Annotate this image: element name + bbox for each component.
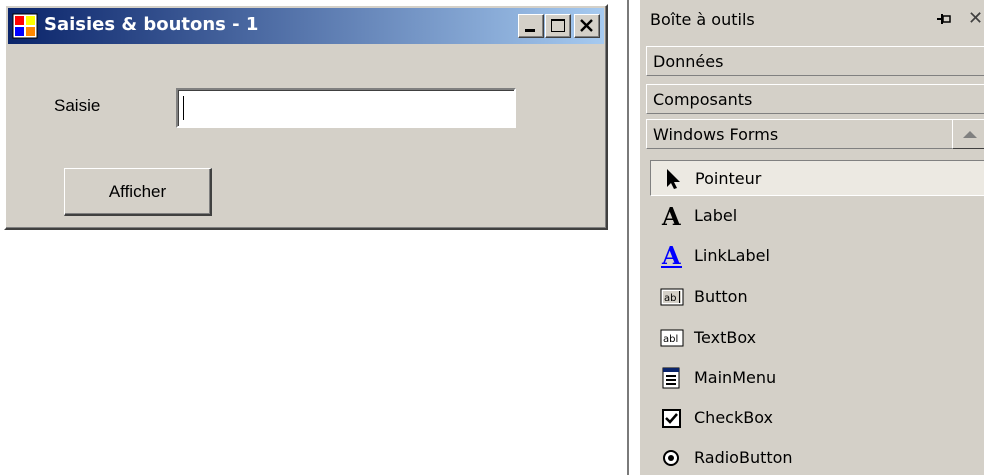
textbox-icon: abl (660, 329, 684, 347)
form-app-icon (12, 13, 38, 39)
close-button[interactable] (574, 14, 600, 38)
maximize-button[interactable] (545, 14, 571, 38)
toolbox-item-mainmenu[interactable]: MainMenu (650, 360, 984, 396)
item-label: MainMenu (694, 368, 777, 387)
item-label: Label (694, 206, 738, 225)
toolbox-item-pointeur[interactable]: Pointeur (650, 160, 984, 196)
item-label: Button (694, 287, 748, 306)
svg-text:abl: abl (663, 334, 678, 345)
title-bar[interactable]: Saisies & boutons - 1 (8, 8, 604, 44)
minimize-icon (525, 29, 535, 32)
item-label: LinkLabel (694, 246, 770, 265)
item-label: TextBox (694, 328, 757, 347)
toolbox-title: Boîte à outils (650, 10, 755, 29)
checkbox-icon (662, 409, 681, 428)
tab-composants-label: Composants (653, 90, 753, 109)
scroll-up-button[interactable] (952, 119, 984, 149)
toolbox-item-label[interactable]: A Label (650, 198, 984, 234)
tab-windows-forms-label: Windows Forms (653, 125, 779, 144)
saisie-textbox[interactable] (176, 88, 516, 128)
saisie-label: Saisie (54, 96, 101, 115)
toolbox-item-linklabel[interactable]: A LinkLabel (650, 238, 984, 274)
svg-text:A: A (661, 204, 681, 228)
pointer-icon (667, 169, 680, 189)
tab-windows-forms[interactable]: Windows Forms (646, 119, 952, 149)
mainmenu-icon (662, 367, 680, 389)
maximize-icon (551, 19, 565, 32)
close-icon (580, 19, 593, 32)
item-label: CheckBox (694, 408, 773, 427)
toolbox-item-button[interactable]: ab Button (650, 279, 984, 315)
pin-icon[interactable] (936, 12, 952, 26)
toolbox-header: Boîte à outils ✕ (640, 2, 984, 36)
item-label: Pointeur (695, 169, 762, 188)
svg-text:A: A (661, 244, 681, 268)
tab-composants[interactable]: Composants (646, 84, 984, 114)
linklabel-icon: A (661, 244, 682, 268)
text-caret (183, 96, 184, 120)
toolbox-close-icon[interactable]: ✕ (968, 8, 983, 29)
svg-text:ab: ab (664, 293, 676, 304)
toolbox-item-checkbox[interactable]: CheckBox (650, 400, 984, 436)
item-label: RadioButton (694, 448, 793, 467)
scroll-up-icon (963, 131, 977, 138)
radiobutton-icon (663, 450, 679, 466)
minimize-button[interactable] (518, 14, 544, 38)
label-icon: A (661, 204, 681, 228)
panel-divider (627, 0, 629, 475)
afficher-button-label: Afficher (108, 181, 167, 201)
afficher-button[interactable]: Afficher (64, 168, 212, 216)
toolbox-panel: Boîte à outils ✕ Données Composants Wind… (640, 0, 984, 475)
toolbox-item-radiobutton[interactable]: RadioButton (650, 440, 984, 476)
window-title: Saisies & boutons - 1 (44, 14, 259, 35)
tab-donnees-label: Données (653, 52, 724, 71)
toolbox-item-textbox[interactable]: abl TextBox (650, 320, 984, 356)
tab-donnees[interactable]: Données (646, 46, 984, 76)
form-window: Saisies & boutons - 1 Saisie Afficher (4, 4, 608, 230)
button-icon: ab (660, 288, 684, 306)
